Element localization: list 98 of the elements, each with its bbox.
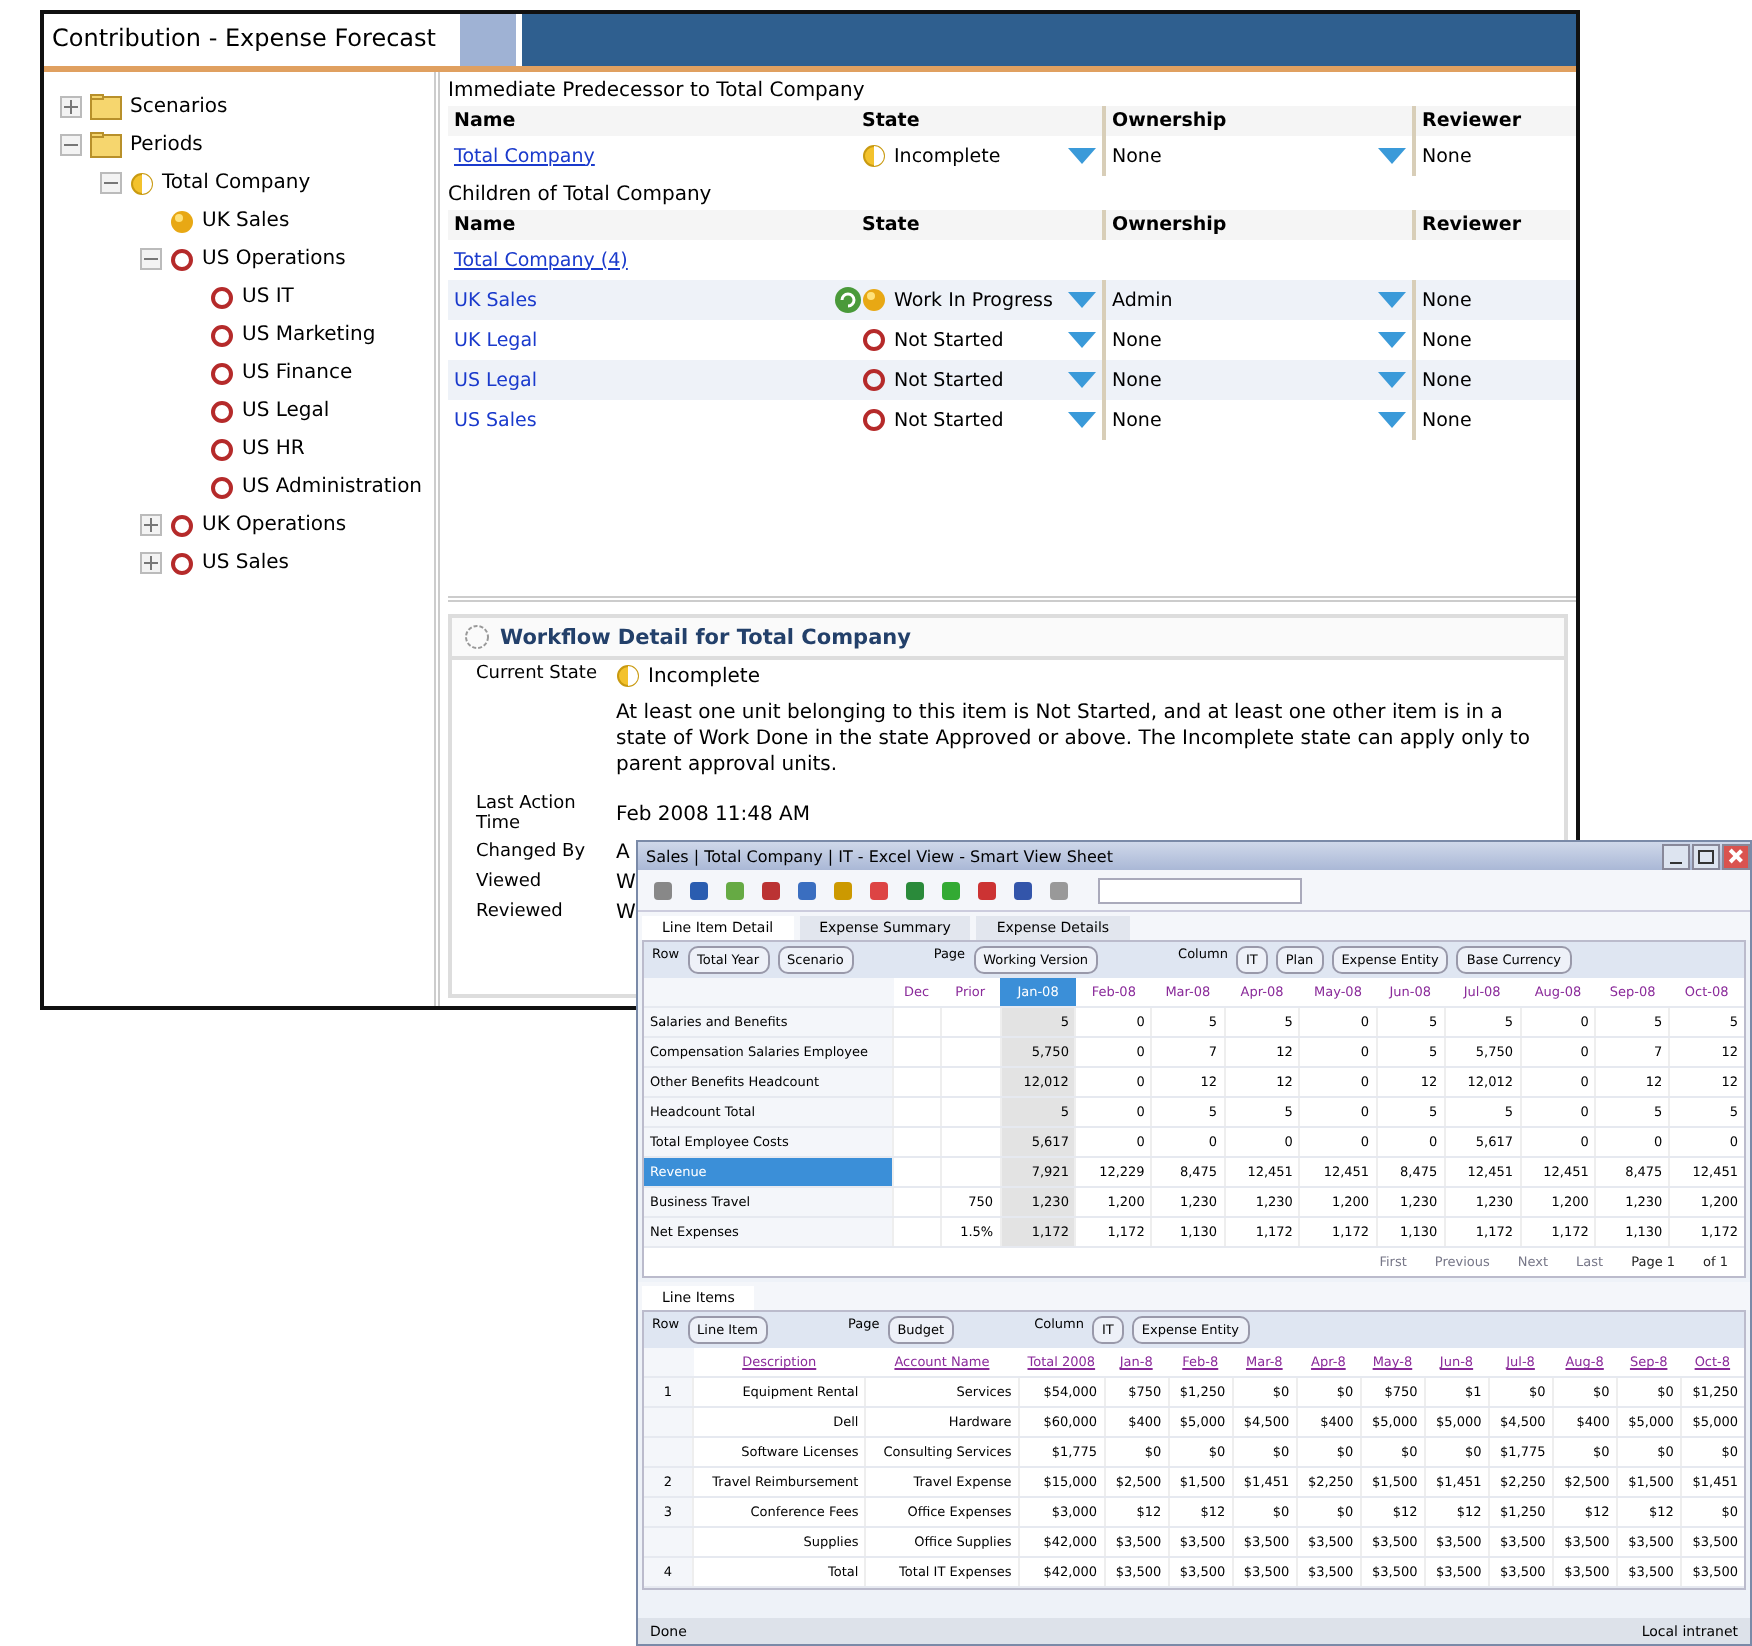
close-button[interactable] (1722, 843, 1750, 869)
reviewer-text: None (1412, 136, 1576, 176)
dropdown-icon[interactable] (1068, 148, 1096, 164)
column-header: Name (452, 108, 518, 136)
state-text: Not Started (894, 329, 1004, 351)
section-caption: Immediate Predecessor to Total Company (448, 78, 867, 106)
ring-icon (210, 437, 234, 461)
owner-text: None (1112, 329, 1162, 351)
window-title: Sales | Total Company | IT - Excel View - Smart View Sheet (646, 847, 1113, 865)
column-header: Ownership (1102, 210, 1412, 240)
state-text: Incomplete (894, 145, 1001, 167)
tree-item[interactable]: US Sales (202, 552, 289, 574)
unit-link[interactable]: UK Sales (454, 289, 537, 311)
dropdown-icon[interactable] (1068, 372, 1096, 388)
owner-text: None (1112, 145, 1162, 167)
ring-icon (210, 361, 234, 385)
tree-item[interactable]: US HR (242, 438, 305, 460)
unit-link[interactable]: Total Company (454, 145, 595, 167)
half-circle-icon (130, 171, 154, 195)
column-header: State (862, 108, 922, 136)
dropdown-icon[interactable] (1068, 412, 1096, 428)
tree-item[interactable]: US Operations (202, 248, 346, 270)
field-value: Feb 2008 11:48 AM (616, 801, 810, 829)
tree-item[interactable]: US Marketing (242, 324, 376, 346)
expander-icon[interactable] (140, 248, 162, 270)
minimize-button[interactable] (1662, 843, 1690, 869)
expander-icon[interactable] (60, 96, 82, 118)
ring-icon (210, 285, 234, 309)
reviewer-text: None (1412, 360, 1576, 400)
maximize-button[interactable] (1692, 843, 1720, 869)
owner-text: None (1112, 409, 1162, 431)
owner-text: Admin (1112, 289, 1173, 311)
ring-icon (170, 551, 194, 575)
panel-title: Workflow Detail for Total Company (500, 625, 911, 649)
tree-item[interactable]: Scenarios (130, 96, 228, 118)
half-circle-icon (616, 664, 640, 688)
field-value: W (616, 902, 636, 924)
dropdown-icon[interactable] (1378, 292, 1406, 308)
ball-icon (862, 288, 886, 312)
field-label: Last Action Time (476, 794, 578, 834)
column-header: Reviewer (1412, 210, 1576, 240)
tree-item[interactable]: Total Company (162, 172, 311, 194)
circle-icon (464, 624, 490, 650)
tree-item[interactable]: UK Sales (202, 210, 290, 232)
expander-icon[interactable] (140, 552, 162, 574)
field-value: W (616, 872, 636, 894)
expander-icon[interactable] (100, 172, 122, 194)
folder-icon (90, 132, 122, 158)
column-header: Reviewer (1412, 106, 1576, 136)
state-text: Not Started (894, 409, 1004, 431)
tree-item[interactable]: UK Operations (202, 514, 347, 536)
ball-icon (170, 209, 194, 233)
dropdown-icon[interactable] (1068, 332, 1096, 348)
owner-text: None (1112, 369, 1162, 391)
window-title[interactable]: Contribution - Expense Forecast (44, 14, 460, 66)
field-value: Incomplete (648, 665, 760, 687)
ring-icon (210, 475, 234, 499)
tree-item[interactable]: US Finance (242, 362, 353, 384)
unit-link[interactable]: UK Legal (454, 329, 538, 351)
ring-icon (210, 399, 234, 423)
column-header: Name (452, 212, 518, 240)
column-header: Ownership (1102, 106, 1412, 136)
expander-icon[interactable] (140, 514, 162, 536)
ring-icon (862, 328, 886, 352)
state-text: Not Started (894, 369, 1004, 391)
state-text: Work In Progress (894, 289, 1053, 311)
ring-icon (210, 323, 234, 347)
folder-icon (90, 94, 122, 120)
dropdown-icon[interactable] (1068, 292, 1096, 308)
field-label: Reviewed (476, 902, 565, 924)
tree-item[interactable]: Periods (130, 134, 203, 156)
tree-item[interactable]: US Legal (242, 400, 330, 422)
view-selector[interactable] (1098, 877, 1302, 903)
field-label: Viewed (476, 872, 544, 894)
state-description: At least one unit belonging to this item is Not Started, and at least one other item is in a state of Work Done in the state Approved or above. The Incomplete state can apply only to parent approval units. (616, 700, 1532, 778)
ring-icon (862, 368, 886, 392)
field-value: A (616, 842, 630, 864)
ring-icon (170, 513, 194, 537)
section-caption: Children of Total Company (448, 182, 714, 210)
dropdown-icon[interactable] (1378, 332, 1406, 348)
field-label: Current State (476, 664, 599, 688)
ring-icon (862, 408, 886, 432)
field-label: Changed By (476, 842, 588, 864)
dropdown-icon[interactable] (1378, 148, 1406, 164)
half-circle-icon (862, 144, 886, 168)
reviewer-text: None (1412, 280, 1576, 320)
ring-icon (170, 247, 194, 271)
tree-item[interactable]: US IT (242, 286, 294, 308)
title-bar-background (460, 14, 516, 66)
tree-item[interactable]: US Administration (242, 476, 423, 498)
unit-link[interactable]: US Legal (454, 369, 537, 391)
column-header: State (862, 212, 922, 240)
group-link[interactable]: Total Company (4) (454, 249, 628, 271)
dropdown-icon[interactable] (1378, 412, 1406, 428)
expander-icon[interactable] (60, 134, 82, 156)
unit-link[interactable]: US Sales (454, 409, 537, 431)
dropdown-icon[interactable] (1378, 372, 1406, 388)
reviewer-text: None (1412, 400, 1576, 440)
